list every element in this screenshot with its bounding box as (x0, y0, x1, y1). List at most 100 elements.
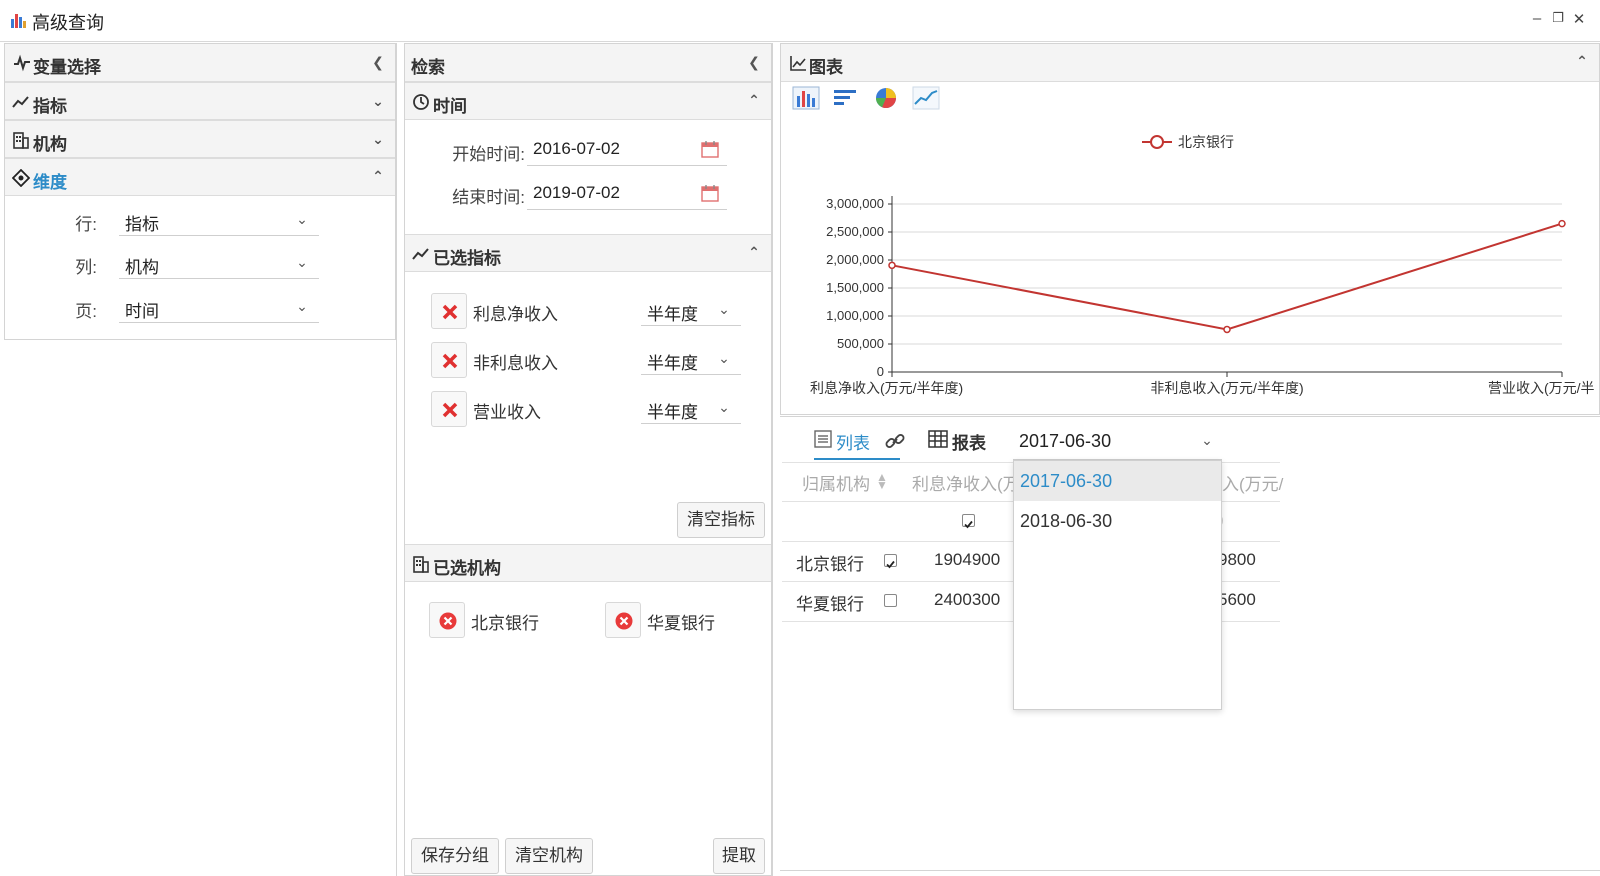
remove-indicator-button[interactable] (431, 293, 467, 329)
calendar-icon[interactable] (701, 184, 719, 202)
indicator-period-value: 半年度 (647, 305, 698, 324)
col-select[interactable]: 机构 ⌄ (119, 245, 319, 279)
row-select[interactable]: 指标 ⌄ (119, 202, 319, 236)
dropdown-option[interactable]: 2018-06-30 (1014, 501, 1221, 541)
end-time-input[interactable]: 2019-07-02 (527, 174, 727, 210)
tab-report[interactable]: 报表 (928, 420, 998, 460)
red-x-icon (442, 353, 458, 369)
chevron-down-icon[interactable]: ⌄ (369, 93, 387, 111)
grid-lines (892, 203, 1562, 345)
line-chart-button[interactable] (912, 86, 940, 110)
start-time-input[interactable]: 2016-07-02 (527, 130, 727, 166)
indicator-period-select[interactable]: 半年度 ⌄ (641, 390, 741, 424)
link-icon[interactable] (884, 430, 906, 452)
trend-icon (412, 248, 429, 260)
restore-icon[interactable]: ❐ (1549, 10, 1567, 26)
remove-org-button[interactable] (429, 602, 465, 638)
x-tick-label: 营业收入(万元/半 (1488, 380, 1595, 396)
horizontal-bar-button[interactable] (832, 86, 860, 110)
chevron-down-icon[interactable]: ⌄ (369, 131, 387, 149)
minimize-icon[interactable]: – (1528, 10, 1546, 27)
x-axis: 利息净收入(万元/半年度) 非利息收入(万元/半年度) 营业收入(万元/半 (810, 196, 1595, 396)
chevron-up-icon[interactable]: ⌃ (1573, 53, 1591, 71)
indicator-period-value: 半年度 (647, 354, 698, 373)
indicator-name: 营业收入 (473, 403, 541, 422)
line-chart: 北京银行 3,000,000 2,500,000 2,000,000 1,500,00… (810, 134, 1595, 396)
red-x-icon (442, 402, 458, 418)
collapse-left-icon[interactable]: ❮ (369, 54, 387, 72)
page-select[interactable]: 时间 ⌄ (119, 289, 319, 323)
left-splitter[interactable] (396, 43, 397, 876)
row-org: 北京银行 (796, 555, 864, 574)
list-icon (814, 430, 832, 448)
chevron-up-icon[interactable]: ⌃ (745, 244, 763, 262)
org-name: 华夏银行 (647, 614, 715, 633)
row-checkbox[interactable] (884, 554, 897, 569)
chart-icon (790, 56, 806, 71)
remove-indicator-button[interactable] (431, 342, 467, 378)
time-section-header[interactable]: 时间 ⌃ (405, 82, 771, 120)
sort-down-icon[interactable]: ▼ (876, 478, 888, 492)
remove-org-button[interactable] (605, 602, 641, 638)
header-col1: 利息净收入(万 (912, 475, 1020, 494)
chevron-down-icon: ⌄ (718, 350, 730, 366)
select-all-checkbox[interactable] (962, 514, 975, 529)
indicator-name: 非利息收入 (473, 354, 558, 373)
extract-button[interactable]: 提取 (713, 838, 765, 874)
chevron-up-icon[interactable]: ⌃ (745, 92, 763, 110)
indicator-section-label: 已选指标 (433, 249, 501, 268)
row-value-col3: 9800 (1218, 550, 1256, 569)
chevron-down-icon: ⌄ (296, 211, 308, 227)
date-combobox[interactable]: 2017-06-30 ⌄ (1013, 424, 1222, 460)
check-icon (964, 520, 973, 529)
calendar-icon[interactable] (701, 140, 719, 158)
clear-orgs-button[interactable]: 清空机构 (505, 838, 593, 874)
data-point (1223, 325, 1231, 334)
bar-chart-button[interactable] (792, 86, 820, 110)
indicator-period-value: 半年度 (647, 403, 698, 422)
y-tick-label: 2,500,000 (826, 224, 884, 239)
section-organization[interactable]: 机构 ⌄ (5, 120, 395, 158)
org-name: 北京银行 (471, 614, 539, 633)
building-icon (413, 556, 429, 573)
chevron-down-icon: ⌄ (718, 301, 730, 317)
clear-indicators-button[interactable]: 清空指标 (677, 502, 765, 538)
chevron-up-icon[interactable]: ⌃ (369, 168, 387, 186)
col-select-value: 机构 (125, 258, 159, 277)
start-time-value: 2016-07-02 (533, 139, 620, 158)
legend-marker (1150, 135, 1164, 149)
end-time-value: 2019-07-02 (533, 183, 620, 202)
clock-icon (413, 94, 429, 110)
row-org: 华夏银行 (796, 595, 864, 614)
chart-table-divider (780, 416, 1600, 417)
window-title: 高级查询 (32, 13, 104, 33)
chart-logo-icon (11, 14, 26, 28)
collapse-left-icon[interactable]: ❮ (745, 54, 763, 72)
org-section-label: 已选机构 (433, 559, 501, 578)
indicator-section-header[interactable]: 已选指标 ⌃ (405, 234, 771, 272)
chevron-down-icon[interactable]: ⌄ (1198, 432, 1216, 450)
close-icon[interactable]: ✕ (1570, 10, 1588, 28)
section-indicator[interactable]: 指标 ⌄ (5, 82, 395, 120)
indicator-period-select[interactable]: 半年度 ⌄ (641, 292, 741, 326)
header-org[interactable]: 归属机构 (802, 470, 870, 495)
building-icon (13, 132, 29, 149)
section-dimension[interactable]: 维度 ⌃ (5, 158, 395, 196)
indicator-period-select[interactable]: 半年度 ⌄ (641, 341, 741, 375)
chevron-down-icon: ⌄ (296, 298, 308, 314)
chevron-down-icon: ⌄ (296, 254, 308, 270)
dropdown-option[interactable]: 2017-06-30 (1014, 461, 1221, 501)
row-checkbox[interactable] (884, 594, 897, 607)
remove-indicator-button[interactable] (431, 391, 467, 427)
save-group-button[interactable]: 保存分组 (411, 838, 499, 874)
row-value-col1: 2400300 (934, 590, 1001, 609)
row-label: 行: (75, 215, 97, 234)
data-point (1558, 219, 1566, 228)
legend-label: 北京银行 (1178, 134, 1234, 150)
middle-splitter[interactable] (772, 43, 773, 876)
page-select-value: 时间 (125, 302, 159, 321)
pie-chart-button[interactable] (872, 86, 900, 110)
y-tick-label: 3,000,000 (826, 196, 884, 211)
y-tick-label: 2,000,000 (826, 252, 884, 267)
time-section-label: 时间 (433, 97, 467, 116)
